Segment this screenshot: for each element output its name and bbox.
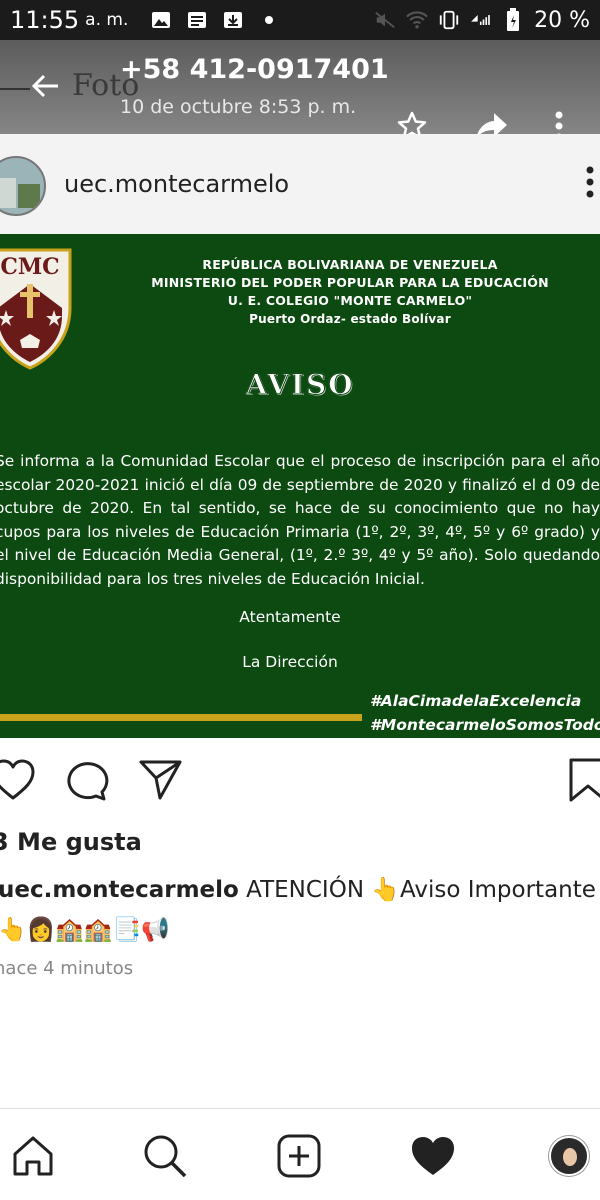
likes-count[interactable]: 3 Me gusta <box>0 828 142 856</box>
nav-search[interactable] <box>140 1131 190 1181</box>
flyer-header-line-1: REPÚBLICA BOLIVARIANA DE VENEZUELA <box>202 257 498 272</box>
message-date: 10 de octubre 8:53 p. m. <box>120 96 357 118</box>
like-button[interactable] <box>0 758 36 806</box>
nav-new-post[interactable] <box>274 1131 324 1181</box>
photo-viewer-header: Foto +58 412-0917401 10 de octubre 8:53 … <box>0 40 600 141</box>
image-icon <box>150 9 172 31</box>
caption-username[interactable]: uec.montecarmelo <box>0 877 239 903</box>
status-time: 11:55 <box>10 6 80 34</box>
flyer-hashtag-2: #MontecarmeloSomosTodos <box>370 716 600 734</box>
share-button[interactable] <box>138 758 184 806</box>
battery-percentage: 20 % <box>534 7 590 33</box>
muted-icon <box>374 9 396 31</box>
flyer-institution-header: REPÚBLICA BOLIVARIANA DE VENEZUELA MINIS… <box>100 256 600 328</box>
heart-outline-icon <box>0 759 35 800</box>
post-actions <box>0 738 600 828</box>
comment-button[interactable] <box>64 758 110 806</box>
activity-heart-icon <box>412 1137 454 1175</box>
account-avatar[interactable] <box>0 156 46 216</box>
post-caption: uec.montecarmelo ATENCIÓN 👆Aviso Importa… <box>0 870 598 950</box>
post-image-flyer[interactable]: CMC REPÚBLICA BOLIVARIANA DE VENEZUELA M… <box>0 234 600 738</box>
wifi-icon <box>406 9 428 31</box>
status-system-icons: 20 % <box>374 8 590 33</box>
vibrate-icon <box>438 9 460 31</box>
status-notification-icons <box>150 9 280 31</box>
download-icon <box>222 9 244 31</box>
flyer-body-text: Se informa a la Comunidad Escolar que el… <box>0 452 600 588</box>
underlying-back-arrow-icon <box>0 88 30 90</box>
screen: 11:55 a. m. 20 % Foto +58 412-0917401 10… <box>0 0 600 1200</box>
flyer-signature: La Dirección <box>242 653 338 671</box>
status-ampm: a. m. <box>85 10 129 30</box>
school-crest-logo: CMC <box>0 248 72 370</box>
send-paper-plane-icon <box>139 760 182 800</box>
post-username[interactable]: uec.montecarmelo <box>64 170 289 198</box>
dot-icon <box>258 9 280 31</box>
battery-icon <box>502 8 524 31</box>
nav-profile[interactable] <box>544 1131 594 1181</box>
message-icon <box>186 9 208 31</box>
flyer-closing: Atentamente <box>239 608 341 626</box>
more-vertical-icon <box>586 166 594 198</box>
crest-initials: CMC <box>0 254 59 280</box>
post-options-button[interactable] <box>586 164 594 204</box>
bottom-navigation <box>0 1108 600 1200</box>
home-icon <box>13 1136 53 1176</box>
bookmark-icon <box>569 758 600 802</box>
profile-avatar <box>549 1136 589 1176</box>
add-post-icon <box>277 1134 321 1178</box>
status-bar: 11:55 a. m. 20 % <box>0 0 600 40</box>
back-arrow-icon <box>31 74 58 98</box>
signal-icon <box>470 9 492 31</box>
post-timestamp: hace 4 minutos <box>0 958 134 979</box>
nav-home[interactable] <box>8 1131 58 1181</box>
comment-icon <box>67 762 109 801</box>
nav-activity[interactable] <box>408 1131 458 1181</box>
save-button[interactable] <box>568 758 600 806</box>
flyer-title: AVISO <box>245 368 355 402</box>
back-button[interactable] <box>30 70 62 102</box>
sender-phone-number: +58 412-0917401 <box>120 54 389 85</box>
flyer-header-line-2: MINISTERIO DEL PODER POPULAR PARA LA EDU… <box>151 275 549 290</box>
flyer-gold-divider <box>0 714 362 721</box>
search-icon <box>144 1135 187 1178</box>
flyer-hashtag-1: #AlaCimadelaExcelencia <box>370 692 582 710</box>
flyer-header-line-3: U. E. COLEGIO "MONTE CARMELO" <box>227 293 473 308</box>
flyer-header-line-4: Puerto Ordaz- estado Bolívar <box>249 312 451 326</box>
post-header: uec.montecarmelo <box>0 134 600 234</box>
